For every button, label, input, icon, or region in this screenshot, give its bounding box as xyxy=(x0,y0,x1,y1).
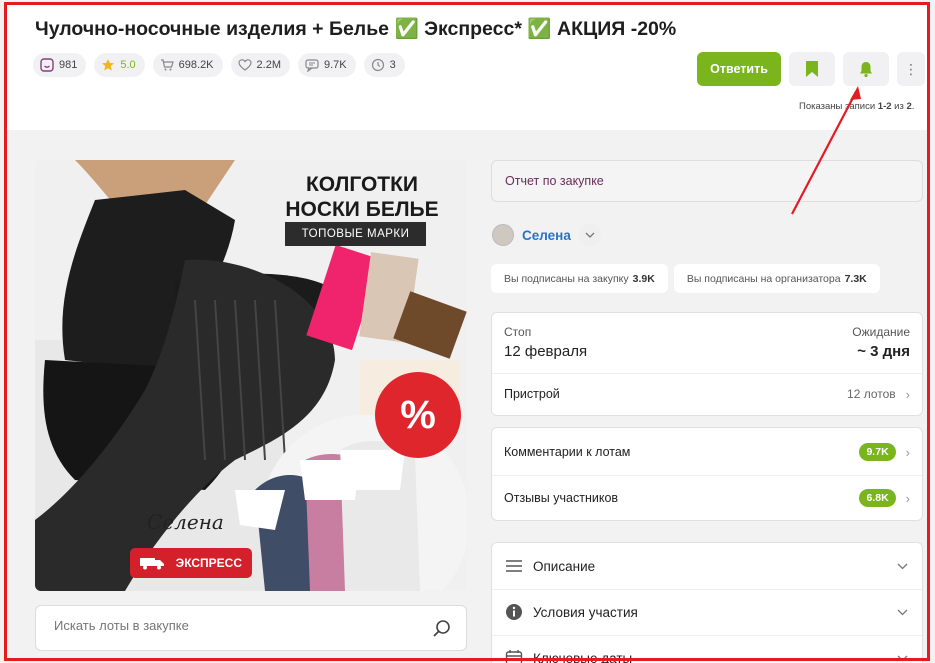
search-input[interactable] xyxy=(54,618,414,633)
stop-date: 12 февраля xyxy=(504,343,588,360)
page-header: Чулочно-носочные изделия + Белье ✅ Экспр… xyxy=(7,5,927,130)
comments-chip[interactable]: 9.7K xyxy=(298,53,356,77)
records-shown-suffix: . xyxy=(911,101,915,112)
banner-signature: Селена xyxy=(147,510,224,534)
subscription-chips: Вы подписаны на закупку 3.9K Вы подписаны… xyxy=(491,264,880,293)
header-actions: Ответить ⋮ xyxy=(697,52,925,86)
dates-section[interactable]: Ключевые даты xyxy=(505,646,908,663)
page-title: Чулочно-носочные изделия + Белье ✅ Экспр… xyxy=(35,18,677,40)
organizer-avatar[interactable] xyxy=(492,224,514,246)
cart-icon xyxy=(160,59,174,71)
menu-lines-icon xyxy=(505,559,523,573)
description-section[interactable]: Описание xyxy=(505,554,908,578)
organizer-subscription-chip[interactable]: Вы подписаны на организатора 7.3K xyxy=(673,264,880,293)
banner-headline-line1: КОЛГОТКИ xyxy=(305,173,419,196)
organizer-subscription-label: Вы подписаны на организатора xyxy=(686,272,841,285)
heart-icon xyxy=(237,59,252,71)
chevron-right-icon: › xyxy=(905,444,910,460)
comments-value: 9.7K xyxy=(324,59,347,71)
bookmark-button[interactable] xyxy=(789,52,835,86)
status-card: Стоп 12 февраля Ожидание ~ 3 дня Пристро… xyxy=(491,312,923,416)
history-value: 3 xyxy=(389,59,396,71)
stop-label: Стоп xyxy=(504,325,532,339)
wait-label: Ожидание xyxy=(852,325,910,339)
lot-comments-badge: 9.7K xyxy=(859,443,896,461)
orders-value: 698.2K xyxy=(178,59,214,71)
banner-headline: КОЛГОТКИ НОСКИ БЕЛЬЕ xyxy=(267,172,457,222)
feedback-card: Комментарии к лотам 9.7K › Отзывы участни… xyxy=(491,427,923,521)
records-shown-text: Показаны записи 1-2 из 2. xyxy=(799,101,914,112)
purchase-subscription-chip[interactable]: Вы подписаны на закупку 3.9K xyxy=(491,264,668,293)
purchase-banner-image[interactable]: КОЛГОТКИ НОСКИ БЕЛЬЕ ТОПОВЫЕ МАРКИ % Сел… xyxy=(35,160,467,591)
records-shown-prefix: Показаны записи xyxy=(799,101,878,112)
likes-chip[interactable]: 2.2M xyxy=(230,53,290,77)
chevron-down-icon xyxy=(897,563,908,569)
bookmark-icon xyxy=(806,61,818,77)
discount-badge: % xyxy=(375,372,461,458)
organizer-name[interactable]: Селена xyxy=(522,228,571,243)
divider xyxy=(492,589,922,590)
likes-value: 2.2M xyxy=(256,59,281,71)
records-shown-range: 1-2 xyxy=(877,101,892,112)
info-sections-card: Описание Условия участия Ключевые даты xyxy=(491,542,923,663)
rating-count-chip[interactable]: 981 xyxy=(33,53,87,77)
stars-value: 5.0 xyxy=(120,59,136,71)
truck-icon xyxy=(140,558,164,570)
lot-comments-row[interactable]: Комментарии к лотам 9.7K › xyxy=(504,441,910,463)
chevron-down-icon xyxy=(897,609,908,615)
records-shown-mid: из xyxy=(891,101,907,112)
history-icon xyxy=(371,58,384,72)
divider xyxy=(492,373,922,374)
search-icon[interactable] xyxy=(432,619,452,639)
orders-chip[interactable]: 698.2K xyxy=(152,53,223,77)
stars-chip[interactable]: 5.0 xyxy=(94,53,145,77)
stats-bar: 981 5.0 698.2K 2.2M 9.7K 3 xyxy=(33,53,405,77)
express-badge: ЭКСПРЕСС xyxy=(130,548,252,578)
calendar-icon xyxy=(505,649,523,663)
description-label: Описание xyxy=(533,558,596,574)
purchase-subscription-label: Вы подписаны на закупку xyxy=(504,272,629,285)
star-icon xyxy=(102,59,115,71)
attach-value: 12 лотов xyxy=(847,387,896,401)
reviews-row[interactable]: Отзывы участников 6.8K › xyxy=(504,487,910,509)
conditions-section[interactable]: Условия участия xyxy=(505,600,908,624)
express-label: ЭКСПРЕСС xyxy=(175,556,242,570)
smile-icon xyxy=(40,58,54,72)
more-button[interactable]: ⋮ xyxy=(897,52,925,86)
attach-label: Пристрой xyxy=(504,387,560,401)
reviews-badge: 6.8K xyxy=(859,489,896,507)
comment-icon xyxy=(305,59,319,72)
organizer-subscription-count: 7.3K xyxy=(844,272,867,285)
chevron-down-icon xyxy=(897,655,908,661)
more-vertical-icon: ⋮ xyxy=(904,60,918,77)
wait-value: ~ 3 дня xyxy=(857,343,910,360)
subscribe-bell-button[interactable] xyxy=(843,52,889,86)
divider xyxy=(492,635,922,636)
attach-row[interactable]: Пристрой 12 лотов › xyxy=(504,383,910,405)
lot-comments-label: Комментарии к лотам xyxy=(504,445,631,459)
lot-search[interactable] xyxy=(35,605,467,651)
bell-icon xyxy=(860,62,872,78)
conditions-label: Условия участия xyxy=(533,604,638,620)
chevron-right-icon: › xyxy=(905,386,910,402)
organizer-dropdown[interactable] xyxy=(578,224,601,246)
chevron-right-icon: › xyxy=(905,490,910,506)
dates-label: Ключевые даты xyxy=(533,650,633,663)
info-icon xyxy=(505,603,523,621)
chevron-down-icon xyxy=(585,232,595,238)
history-chip[interactable]: 3 xyxy=(363,53,405,77)
reply-button[interactable]: Ответить xyxy=(697,52,781,86)
purchase-subscription-count: 3.9K xyxy=(632,272,655,285)
banner-headline-line2: НОСКИ БЕЛЬЕ xyxy=(285,198,439,221)
divider xyxy=(492,475,922,476)
rating-count-value: 981 xyxy=(59,59,78,71)
purchase-report-link[interactable]: Отчет по закупке xyxy=(491,160,923,202)
banner-brands-label: ТОПОВЫЕ МАРКИ xyxy=(285,222,426,246)
organizer: Селена xyxy=(492,224,601,246)
reviews-label: Отзывы участников xyxy=(504,491,619,505)
